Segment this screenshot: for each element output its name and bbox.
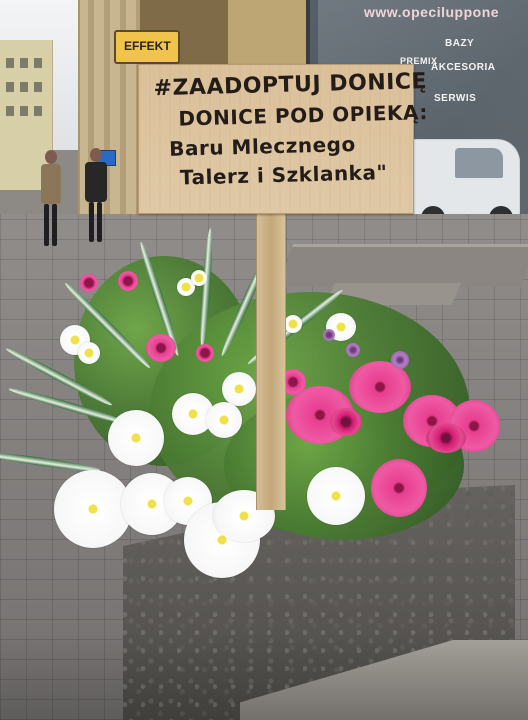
white-petunia xyxy=(222,372,256,406)
window xyxy=(6,106,14,116)
street-scene: www.opeciluppone BAZY PREMIX AKCESORIA S… xyxy=(0,0,528,720)
person-leg xyxy=(44,204,49,246)
white-petunia xyxy=(191,270,207,286)
person-leg xyxy=(89,202,94,242)
shop-text-bazy: BAZY xyxy=(445,38,475,49)
person-head xyxy=(90,148,102,162)
effekt-sign: EFFEKT xyxy=(114,30,180,64)
sign-line-1: #ZAADOPTUJ DONICĘ xyxy=(153,69,428,102)
sign-line-3: Baru Mlecznego xyxy=(168,131,356,161)
sign-line-4: Talerz i Szklanka" xyxy=(179,160,388,190)
adoption-sign: #ZAADOPTUJ DONICĘ DONICE POD OPIEKĄ: Bar… xyxy=(138,64,428,214)
window xyxy=(20,58,28,68)
shop-url-text: www.opeciluppone xyxy=(364,4,500,20)
bottom-shadow xyxy=(0,630,528,720)
person-torso xyxy=(41,164,61,204)
person-head xyxy=(45,150,57,164)
pink-petunia xyxy=(196,344,214,362)
window xyxy=(20,106,28,116)
window xyxy=(20,82,28,92)
window xyxy=(34,58,42,68)
wooden-stake xyxy=(256,210,286,510)
shop-text-serwis: SERWIS xyxy=(434,93,477,104)
window xyxy=(6,82,14,92)
sign-text: #ZAADOPTUJ DONICĘ DONICE POD OPIEKĄ: Bar… xyxy=(149,69,428,209)
white-petunia xyxy=(78,342,100,364)
white-petunia xyxy=(284,315,302,333)
pink-petunia xyxy=(80,274,98,292)
purple-flower xyxy=(323,329,335,341)
person-torso xyxy=(85,162,107,202)
van-window xyxy=(455,148,503,178)
white-petunia xyxy=(108,410,164,466)
effekt-sign-text: EFFEKT xyxy=(124,39,171,53)
pink-petunia xyxy=(371,459,427,517)
van xyxy=(403,140,519,230)
window xyxy=(34,106,42,116)
white-petunia xyxy=(307,467,365,525)
magenta-petunia xyxy=(330,408,362,436)
window xyxy=(34,82,42,92)
sign-line-2: DONICE POD OPIEKĄ: xyxy=(178,100,429,131)
shop-text-akcesoria: AKCESORIA xyxy=(431,62,496,73)
person-leg xyxy=(52,204,57,246)
pedestrian-woman xyxy=(34,150,68,250)
person-leg xyxy=(97,202,102,242)
purple-flower xyxy=(391,351,409,369)
curb xyxy=(279,244,528,287)
pedestrian-man xyxy=(79,148,113,246)
window xyxy=(6,58,14,68)
purple-flower xyxy=(346,343,360,357)
pink-petunia xyxy=(146,334,176,362)
white-petunia xyxy=(54,470,132,548)
magenta-petunia xyxy=(426,423,466,453)
white-petunia xyxy=(206,402,242,438)
pink-petunia xyxy=(118,271,138,291)
